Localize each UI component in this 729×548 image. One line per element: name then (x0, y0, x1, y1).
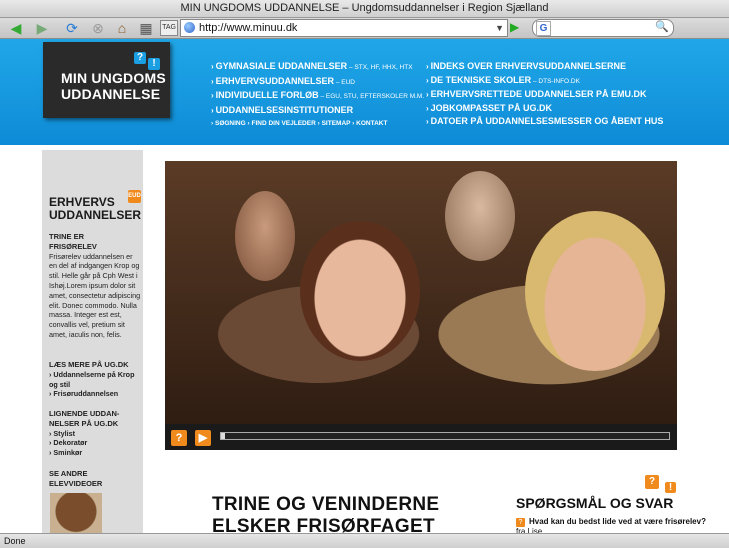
read-more-link-2[interactable]: › Frisøruddannelsen (49, 389, 141, 399)
similar-link-sminkor[interactable]: › Sminkør (49, 448, 141, 458)
story-text: Frisørelev uddannelsen er en del af indg… (49, 251, 141, 339)
reload-icon[interactable]: ⟳ (64, 19, 80, 37)
status-bar: Done (0, 533, 729, 548)
nav-item-erhvervsuddannelser[interactable]: › ERHVERVSUDDANNELSER – EUD (211, 75, 424, 90)
go-icon[interactable]: ▶ (510, 20, 524, 34)
article-title: TRINE OG VENINDERNE ELSKER FRISØRFAGET (212, 494, 440, 537)
play-icon[interactable]: ▶ (195, 430, 211, 446)
chevron-down-icon[interactable]: ▼ (495, 20, 504, 36)
faq-title: SPØRGSMÅL OG SVAR (516, 495, 674, 511)
browser-toolbar: ◀ ▶ ⟳ ⊗ ⌂ ▦ TAG http://www.minuu.dk ▼ ▶ … (0, 18, 729, 39)
video-progress[interactable] (220, 432, 670, 440)
nav-item-datoer[interactable]: › DATOER PÅ UDDANNELSESMESSER OG ÅBENT HU… (426, 115, 663, 129)
home-icon[interactable]: ⌂ (114, 19, 130, 37)
sidebar: EUD ERHVERVS UDDANNELSER TRINE ER FRISØRE… (42, 150, 143, 547)
similar-link-dekorator[interactable]: › Dekoratør (49, 438, 141, 448)
person-face (300, 221, 420, 361)
question-bubble-icon: ? (134, 52, 146, 64)
nav-item-emu[interactable]: › ERHVERVSRETTEDE UDDANNELSER PÅ EMU.DK (426, 88, 663, 102)
video-controls: ? ▶ (165, 424, 677, 450)
forward-arrow-icon[interactable]: ▶ (30, 19, 54, 37)
help-icon[interactable]: ? (171, 430, 187, 446)
similar-title: LIGNENDE UDDAN-NELSER PÅ UG.DK (49, 409, 120, 428)
url-field[interactable]: http://www.minuu.dk ▼ (180, 19, 508, 37)
search-field[interactable]: G 🔍 (532, 19, 674, 37)
search-engine-icon[interactable]: G (536, 21, 551, 36)
question-icon: ? (516, 518, 525, 527)
logo-line-1: MIN UNGDOMS (61, 70, 166, 86)
globe-icon (184, 22, 195, 33)
story-title: TRINE ER FRISØRELEV (49, 232, 97, 251)
nav-item-tekniske[interactable]: › DE TEKNISKE SKOLER – DTS-INFO.DK (426, 74, 663, 89)
nav-item-gymnasiale[interactable]: › GYMNASIALE UDDANNELSER – STX, HF, HHX, … (211, 60, 424, 75)
read-more-block: LÆS MERE PÅ UG.DK › Uddannelserne på Kro… (49, 360, 141, 399)
video-player[interactable] (165, 161, 677, 450)
read-more-title: LÆS MERE PÅ UG.DK (49, 360, 129, 369)
nav-link-soegning[interactable]: › SØGNING (211, 120, 246, 127)
back-arrow-icon[interactable]: ◀ (4, 19, 28, 37)
mannequin-head (235, 191, 295, 281)
nav-item-individuelle[interactable]: › INDIVIDUELLE FORLØB – EGU, STU, EFTERSK… (211, 89, 424, 104)
read-more-link-1[interactable]: › Uddannelserne på Krop og stil (49, 370, 141, 390)
tag-icon[interactable]: TAG (160, 20, 178, 36)
nav-small-links: › SØGNING › FIND DIN VEJLEDER › SITEMAP … (211, 118, 424, 131)
nav-link-kontakt[interactable]: › KONTAKT (352, 120, 387, 127)
window-titlebar: MIN UNGDOMS UDDANNELSE – Ungdomsuddannel… (0, 0, 729, 18)
video-progress-fill (221, 433, 226, 439)
question-bubble-icon: ? (645, 475, 659, 489)
status-text: Done (4, 536, 26, 546)
logo-line-2: UDDANNELSE (61, 86, 161, 102)
site-logo[interactable]: ? ! MIN UNGDOMS UDDANNELSE (43, 42, 170, 118)
exclamation-bubble-icon: ! (148, 58, 160, 70)
sidebar-heading: ERHVERVS UDDANNELSER (49, 195, 142, 222)
nav-right: › INDEKS OVER ERHVERVSUDDANNELSERNE › DE T… (426, 60, 663, 129)
similar-block: LIGNENDE UDDAN-NELSER PÅ UG.DK › Stylist… (49, 409, 141, 458)
window-title: MIN UNGDOMS UDDANNELSE – Ungdomsuddannel… (180, 2, 549, 14)
search-icon[interactable]: 🔍 (655, 20, 669, 33)
nav-link-sitemap[interactable]: › SITEMAP (318, 120, 351, 127)
nav-item-institutioner[interactable]: › UDDANNELSESINSTITUTIONER (211, 104, 424, 119)
nav-item-jobkompasset[interactable]: › JOBKOMPASSET PÅ UG.DK (426, 102, 663, 116)
mannequin-head (445, 171, 515, 261)
bookmarks-icon[interactable]: ▦ (138, 19, 154, 37)
nav-left: › GYMNASIALE UDDANNELSER – STX, HF, HHX, … (211, 60, 424, 131)
similar-link-stylist[interactable]: › Stylist (49, 429, 141, 439)
nav-link-vejleder[interactable]: › FIND DIN VEJLEDER (248, 120, 316, 127)
nav-item-indeks[interactable]: › INDEKS OVER ERHVERVSUDDANNELSERNE (426, 60, 663, 74)
other-videos-block: SE ANDRE ELEVVIDEOER (49, 469, 141, 489)
exclamation-bubble-icon: ! (665, 482, 676, 493)
other-videos-title: SE ANDRE ELEVVIDEOER (49, 469, 103, 488)
person-face (525, 211, 665, 371)
stop-icon[interactable]: ⊗ (90, 19, 106, 37)
sidebar-story: TRINE ER FRISØRELEV Frisørelev uddannelse… (49, 232, 141, 340)
url-text: http://www.minuu.dk (199, 22, 298, 34)
